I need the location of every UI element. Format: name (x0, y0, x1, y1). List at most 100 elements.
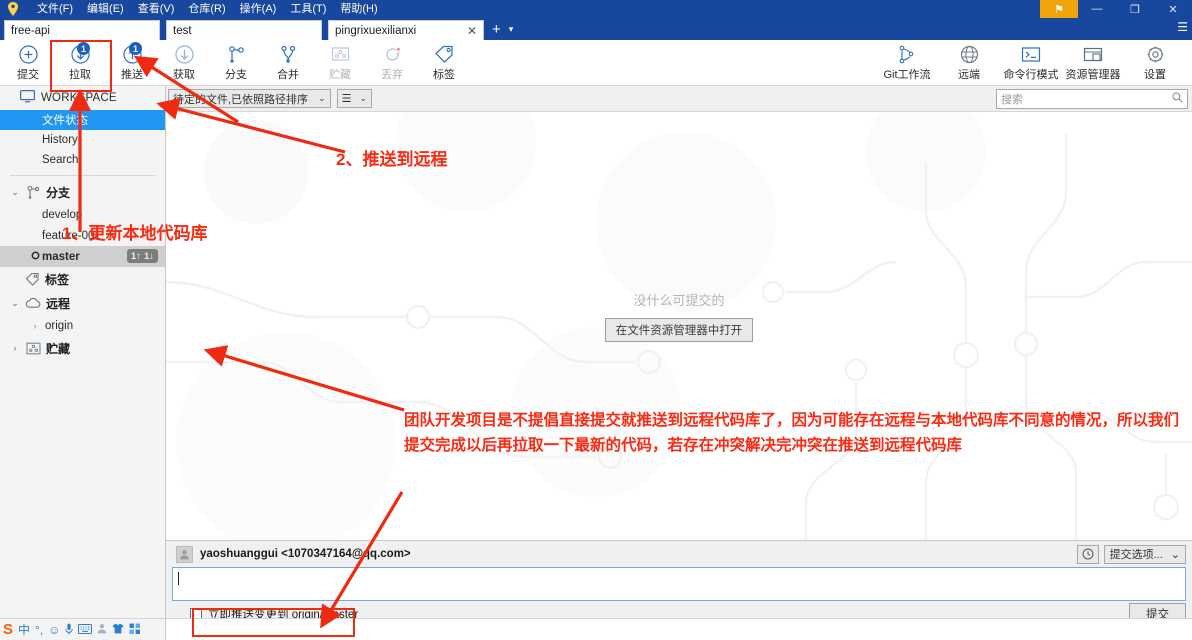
settings-button[interactable]: 设置 (1124, 41, 1186, 85)
clock-icon[interactable] (1076, 544, 1099, 564)
sogou-logo-icon[interactable]: S (3, 622, 13, 637)
toolbar-button-label: 命令行模式 (1003, 69, 1059, 81)
commit-button[interactable]: 提交 (2, 41, 54, 85)
push-button[interactable]: 1 推送 (106, 41, 158, 85)
sidebar-remote-origin[interactable]: › origin (0, 315, 165, 336)
sidebar-section-tags[interactable]: 标签 (0, 267, 165, 291)
merge-button[interactable]: 合并 (262, 41, 314, 85)
new-tab-button[interactable]: + (486, 21, 507, 40)
menu-file[interactable]: 文件(F) (30, 0, 80, 18)
sort-combo[interactable]: 待定的文件,已依照路径排序 ⌄ (168, 89, 331, 108)
menu-edit[interactable]: 编辑(E) (80, 0, 131, 18)
branch-icon (25, 185, 41, 200)
apps-icon[interactable] (129, 623, 141, 637)
commit-options-label: 提交选项... (1109, 549, 1163, 561)
keyboard-icon[interactable] (78, 623, 93, 636)
branch-label: master (42, 250, 80, 263)
restore-button[interactable]: ❐ (1116, 0, 1154, 18)
close-icon[interactable]: ✕ (459, 24, 477, 38)
toolbar-button-label: 远端 (958, 69, 980, 81)
discard-button[interactable]: 丢弃 (366, 41, 418, 85)
chevron-down-icon[interactable]: ⌄ (10, 298, 20, 309)
menu-tools[interactable]: 工具(T) (283, 0, 333, 18)
chevron-down-icon[interactable]: ▾ (507, 20, 522, 40)
folder-explorer-icon (1081, 43, 1105, 65)
toolbar-button-label: 设置 (1144, 69, 1166, 81)
user-icon[interactable] (97, 623, 107, 636)
fetch-button[interactable]: 获取 (158, 41, 210, 85)
minimize-button[interactable]: — (1078, 0, 1116, 18)
view-mode-combo[interactable]: ☰ ⌄ (336, 89, 373, 108)
sidebar-section-remotes[interactable]: ⌄ 远程 (0, 291, 165, 315)
toolbar-button-label: 推送 (121, 69, 143, 81)
tab-test[interactable]: test (166, 20, 322, 40)
flag-icon[interactable]: ⚑ (1040, 0, 1078, 18)
sidebar-item-file-status[interactable]: 文件状态 (0, 110, 165, 130)
tab-label: pingrixuexilianxi (335, 24, 417, 37)
remote-button[interactable]: 远端 (938, 41, 1000, 85)
chevron-down-icon: ⌄ (318, 93, 326, 103)
sidebar-item-label: Search (42, 154, 79, 166)
pull-down-arrow-icon: 1 (68, 42, 92, 65)
menu-actions[interactable]: 操作(A) (233, 0, 284, 18)
remote-label: origin (45, 319, 74, 332)
commit-message-input[interactable] (172, 567, 1186, 601)
commit-author-row: yaoshuanggui <1070347164@qq.com> 提交选项...… (166, 541, 1192, 567)
mic-icon[interactable] (65, 623, 74, 637)
tab-label: free-api (11, 24, 50, 37)
chinese-mode-icon[interactable]: 中 (18, 624, 30, 636)
sidebar-branch-master[interactable]: master 1↑ 1↓ (0, 246, 165, 267)
terminal-button[interactable]: 命令行模式 (1000, 41, 1062, 85)
skin-icon[interactable] (112, 623, 124, 636)
emoji-icon[interactable]: ☺ (48, 624, 60, 636)
tab-label: test (173, 24, 192, 37)
menu-view[interactable]: 查看(V) (131, 0, 182, 18)
sidebar: WORKSPACE 文件状态 History Search ⌄ 分支 devel… (0, 86, 166, 618)
main-toolbar: 提交 1 拉取 1 推送 获取 分支 合并 贮藏 丢弃 标签 Git工作流 远端… (0, 40, 1192, 86)
gitflow-button[interactable]: Git工作流 (876, 41, 938, 85)
punctuation-icon[interactable]: °, (35, 624, 43, 636)
tab-pingrixuexilianxi[interactable]: pingrixuexilianxi ✕ (328, 20, 484, 40)
hamburger-menu-icon[interactable]: ☰ (1177, 20, 1188, 34)
chevron-right-icon[interactable]: › (10, 343, 20, 353)
sidebar-item-label: History (42, 134, 78, 146)
chevron-down-icon[interactable]: ⌄ (10, 187, 20, 198)
sidebar-section-stashes[interactable]: › 贮藏 (0, 336, 165, 360)
chevron-right-icon[interactable]: › (30, 321, 40, 331)
menu-repository[interactable]: 仓库(R) (181, 0, 232, 18)
toolbar-button-label: 资源管理器 (1065, 69, 1121, 81)
close-button[interactable]: ✕ (1154, 0, 1192, 18)
stash-icon (328, 43, 352, 65)
user-avatar-icon (176, 545, 193, 563)
commit-options-button[interactable]: 提交选项... ⌄ (1103, 544, 1186, 564)
filter-controls: 待定的文件,已依照路径排序 ⌄ ☰ ⌄ (168, 89, 373, 108)
sidebar-item-search[interactable]: Search (0, 150, 165, 170)
sidebar-item-history[interactable]: History (0, 130, 165, 150)
terminal-icon (1019, 43, 1043, 65)
menu-bar: 文件(F) 编辑(E) 查看(V) 仓库(R) 操作(A) 工具(T) 帮助(H… (30, 0, 385, 18)
tag-button[interactable]: 标签 (418, 41, 470, 85)
sidebar-item-workspace[interactable]: WORKSPACE (0, 86, 165, 110)
tab-free-api[interactable]: free-api (4, 20, 160, 40)
toolbar-button-label: 获取 (173, 69, 195, 81)
push-badge: 1 (129, 42, 142, 55)
branch-button[interactable]: 分支 (210, 41, 262, 85)
sidebar-branch-develop[interactable]: develop (0, 204, 165, 225)
stash-button[interactable]: 贮藏 (314, 41, 366, 85)
open-in-explorer-button[interactable]: 在文件资源管理器中打开 (604, 318, 754, 342)
search-input[interactable]: 搜索 (996, 88, 1188, 109)
sidebar-divider (10, 175, 155, 176)
chevron-down-icon: ⌄ (1170, 548, 1180, 561)
branch-label: feature-001 (42, 229, 101, 242)
menu-help[interactable]: 帮助(H) (333, 0, 384, 18)
stash-icon (25, 342, 41, 355)
pull-button[interactable]: 1 拉取 (54, 41, 106, 85)
monitor-icon (20, 90, 36, 106)
sidebar-branch-feature[interactable]: feature-001 (0, 225, 165, 246)
sidebar-section-branches[interactable]: ⌄ 分支 (0, 180, 165, 204)
search-icon (1172, 91, 1183, 106)
chevron-down-icon: ⌄ (359, 93, 368, 103)
commit-author: yaoshuanggui <1070347164@qq.com> (200, 548, 411, 560)
explorer-button[interactable]: 资源管理器 (1062, 41, 1124, 85)
sidebar-item-label: 文件状态 (42, 115, 88, 127)
